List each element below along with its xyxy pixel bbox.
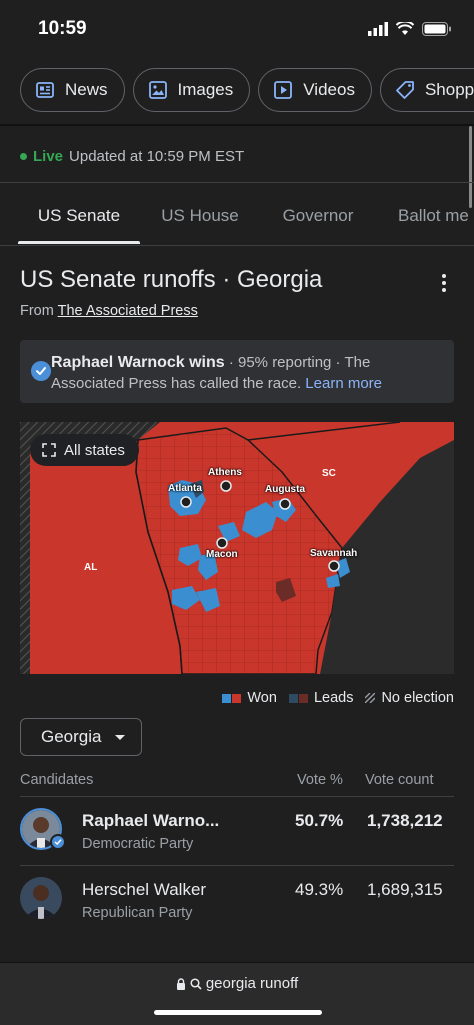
legend-no-election-label: No election (381, 690, 454, 706)
chip-images[interactable]: Images (132, 68, 251, 112)
image-icon (148, 81, 167, 99)
wifi-icon (396, 22, 414, 35)
city-label-macon: Macon (206, 549, 238, 560)
home-indicator[interactable] (154, 1010, 322, 1015)
city-label-atlanta: Atlanta (168, 483, 202, 494)
chip-label: Shopping (424, 80, 474, 99)
vote-count: 1,738,212 (367, 811, 443, 830)
vote-count: 1,689,315 (367, 880, 443, 899)
address-bar[interactable]: georgia runoff (0, 975, 474, 992)
live-dot-icon (20, 153, 27, 160)
legend-leads-label: Leads (313, 690, 354, 706)
city-marker-macon (216, 537, 228, 549)
divider (20, 865, 454, 866)
address-text: georgia runoff (205, 975, 299, 992)
divider (20, 796, 454, 797)
chevron-down-icon (115, 734, 126, 740)
tab-governor[interactable]: Governor (260, 188, 376, 244)
legend-won-label: Won (247, 690, 277, 706)
divider (0, 182, 474, 183)
chip-label: Videos (303, 80, 355, 99)
clock: 10:59 (38, 18, 87, 39)
state-label-sc: SC (322, 468, 336, 479)
tag-icon (396, 81, 414, 99)
vote-percent: 49.3% (295, 880, 344, 899)
tab-ballot-measures[interactable]: Ballot me (376, 188, 474, 244)
source-line: From The Associated Press (20, 303, 198, 319)
browser-toolbar (0, 962, 474, 1025)
all-states-button[interactable]: All states (30, 434, 139, 466)
city-label-savannah: Savannah (310, 548, 358, 559)
updated-time: Updated at 10:59 PM EST (69, 148, 245, 165)
candidate-row[interactable]: Herschel Walker Republican Party 49.3% 1… (20, 867, 454, 935)
candidate-party: Republican Party (82, 905, 193, 921)
city-marker-augusta (279, 498, 291, 510)
col-candidates: Candidates (20, 772, 94, 788)
learn-more-link[interactable]: Learn more (305, 375, 382, 392)
live-status: Live Updated at 10:59 PM EST (20, 148, 244, 165)
page-title: US Senate runoffs · Georgia (20, 266, 323, 293)
chip-shopping[interactable]: Shopping (379, 68, 474, 112)
tab-label: US Senate (37, 206, 121, 225)
chip-label: News (65, 80, 108, 99)
state-label-al: AL (84, 562, 98, 573)
legend-leads: Leads (288, 690, 354, 706)
source-link[interactable]: The Associated Press (58, 303, 198, 319)
candidate-name: Raphael Warno... (82, 811, 220, 830)
status-icons (368, 22, 452, 36)
search-filter-chips: News Images Videos Shopping (0, 68, 474, 116)
winner-check-icon (50, 834, 66, 850)
legend-no-election: No election (365, 690, 454, 706)
news-icon (36, 82, 54, 98)
more-options-icon[interactable] (434, 270, 454, 296)
legend-won: Won (222, 690, 277, 706)
chip-label: Images (177, 80, 234, 99)
city-marker-savannah (328, 560, 340, 572)
candidate-name: Herschel Walker (82, 880, 207, 899)
all-states-label: All states (64, 441, 125, 459)
chip-news[interactable]: News (20, 68, 125, 112)
tab-label: Ballot me (398, 206, 469, 225)
vote-percent: 50.7% (295, 811, 344, 830)
tab-label: US House (161, 206, 239, 225)
candidate-row[interactable]: Raphael Warno... Democratic Party 50.7% … (20, 798, 454, 866)
hatch-icon (365, 693, 376, 703)
city-label-augusta: Augusta (265, 484, 305, 495)
col-vote-count: Vote count (365, 772, 434, 788)
candidate-party: Democratic Party (82, 836, 194, 852)
divider (0, 245, 474, 246)
search-icon (190, 977, 202, 990)
state-selector-dropdown[interactable]: Georgia (20, 718, 142, 756)
source-prefix: From (20, 303, 58, 319)
city-marker-atlanta (180, 496, 192, 508)
map-legend: Won Leads No election (222, 690, 454, 706)
live-label: Live (33, 148, 64, 165)
tab-us-house[interactable]: US House (140, 188, 260, 244)
tab-us-senate[interactable]: US Senate (18, 188, 140, 244)
chip-videos[interactable]: Videos (258, 68, 372, 112)
city-marker-athens (220, 480, 232, 492)
callout-text: Raphael Warnock wins · 95% reporting · T… (51, 352, 446, 394)
dropdown-value: Georgia (41, 727, 102, 746)
race-called-callout: Raphael Warnock wins · 95% reporting · T… (20, 340, 454, 403)
avatar (20, 877, 62, 919)
status-bar: 10:59 (0, 0, 474, 62)
check-circle-icon (31, 361, 51, 381)
col-vote-pct: Vote % (297, 772, 343, 788)
lock-icon (176, 977, 185, 990)
race-tabs: US Senate US House Governor Ballot me (0, 188, 474, 244)
battery-icon (422, 22, 451, 36)
tab-label: Governor (282, 206, 354, 225)
expand-icon (42, 443, 56, 457)
winner-text: Raphael Warnock wins (51, 354, 225, 371)
signal-icon (368, 22, 388, 36)
divider (0, 124, 474, 126)
video-icon (274, 81, 293, 99)
city-label-athens: Athens (208, 467, 242, 478)
